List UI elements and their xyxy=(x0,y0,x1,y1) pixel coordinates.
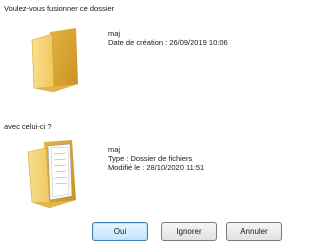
folder-icon xyxy=(31,28,78,93)
ignore-button[interactable]: Ignorer xyxy=(161,222,217,241)
target-folder-name: maj xyxy=(108,145,121,154)
merge-with-prompt: avec celui-ci ? xyxy=(4,122,52,131)
yes-button[interactable]: Oui xyxy=(92,222,148,241)
target-folder-modified: Modifié le : 28/10/2020 11:51 xyxy=(108,163,205,172)
folder-with-documents-icon xyxy=(27,140,76,208)
source-folder-name: maj xyxy=(108,29,121,38)
source-folder-created: Date de création : 26/09/2019 10:06 xyxy=(108,38,228,47)
merge-prompt: Voulez-vous fusionner ce dossier xyxy=(4,4,115,13)
cancel-button[interactable]: Annuler xyxy=(226,222,282,241)
target-folder-type: Type : Dossier de fichiers xyxy=(108,154,193,163)
